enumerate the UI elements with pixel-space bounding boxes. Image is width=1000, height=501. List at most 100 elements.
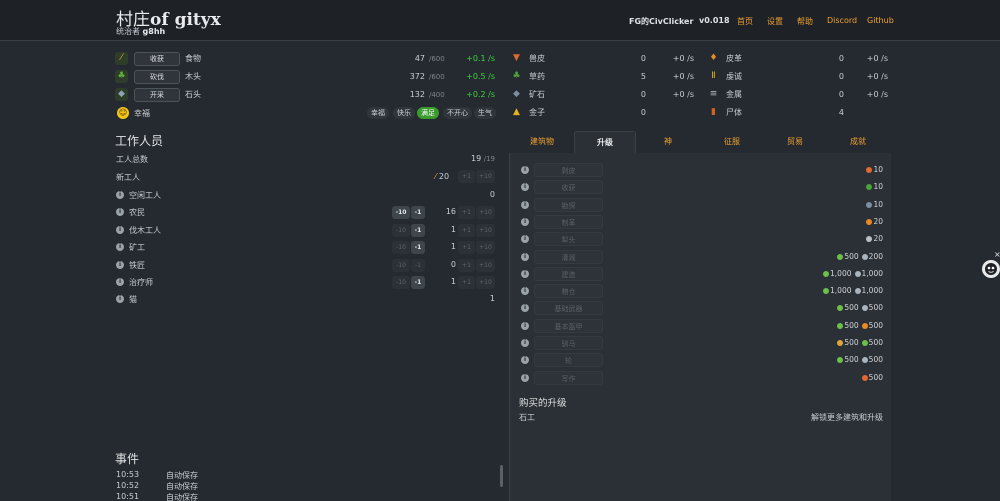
total-workers-value: 19 /19 — [471, 154, 495, 163]
upgrade-button[interactable]: 基本盔甲 — [534, 318, 603, 333]
job-minus10-button[interactable]: -10 — [392, 241, 410, 255]
nav-link-5[interactable]: Discord — [827, 16, 857, 25]
info-icon[interactable]: i — [521, 252, 529, 261]
job-minus10-button[interactable]: -10 — [392, 276, 410, 289]
upgrade-button[interactable]: 建造 — [534, 266, 603, 281]
job-minus1-button[interactable]: -1 — [411, 276, 425, 289]
upgrade-cost: 20 — [866, 232, 883, 246]
tree-icon: ♣ — [115, 70, 128, 83]
info-icon[interactable]: i — [521, 200, 529, 209]
happiness-level: 生气 — [474, 107, 496, 119]
job-minus10-button[interactable]: -10 — [392, 258, 410, 272]
info-icon[interactable]: i — [521, 339, 529, 347]
wood-icon — [837, 357, 844, 364]
info-icon[interactable]: i — [116, 191, 124, 199]
job-count: 1 — [450, 224, 456, 234]
job-plus10-button[interactable]: +10 — [476, 223, 495, 237]
stone-icon — [861, 305, 868, 312]
nav-link-3[interactable]: 设置 — [767, 16, 783, 27]
upgrade-button[interactable]: 写作 — [534, 370, 603, 385]
upgrade-button[interactable]: 犁头 — [534, 232, 603, 247]
job-plus1-button[interactable]: +1 — [458, 223, 475, 237]
info-icon[interactable]: i — [116, 278, 124, 286]
upgrade-button[interactable]: 制革 — [534, 214, 603, 229]
cost-value: 10 — [873, 165, 883, 174]
gather-button-1[interactable]: 砍伐 — [134, 70, 180, 84]
close-icon[interactable]: × — [994, 250, 1000, 259]
new-worker-plus1-button[interactable]: +1 — [458, 170, 475, 183]
special-resource-rate: +0 /s — [866, 90, 888, 99]
gather-button-0[interactable]: 收获 — [134, 52, 180, 66]
job-plus10-button[interactable]: +10 — [476, 258, 495, 272]
event-time: 10:52 — [116, 481, 140, 490]
gather-button-2[interactable]: 开采 — [134, 88, 180, 102]
hide-icon — [866, 167, 873, 173]
job-plus1-button[interactable]: +1 — [458, 206, 475, 220]
info-icon[interactable]: i — [521, 321, 529, 330]
hide-icon — [861, 374, 868, 381]
job-minus1-button[interactable]: -1 — [411, 241, 425, 255]
special-resource-rate: +0 /s — [672, 54, 694, 63]
upgrade-button[interactable]: 粮仓 — [534, 284, 603, 299]
info-icon[interactable]: i — [116, 260, 124, 269]
job-minus10-button[interactable]: -10 — [392, 223, 410, 237]
info-icon[interactable]: i — [116, 225, 124, 234]
upgrade-button[interactable]: 驯马 — [534, 336, 603, 350]
tab-1[interactable]: 升级 — [574, 131, 636, 153]
upgrade-button[interactable]: 灌溉 — [534, 249, 603, 264]
job-minus1-button[interactable]: -1 — [411, 206, 425, 220]
job-minus1-button[interactable]: -1 — [411, 223, 425, 237]
wood-icon — [837, 305, 844, 312]
happiness-level: 幸福 — [367, 107, 389, 119]
rock-icon: ◆ — [115, 88, 128, 101]
tab-3[interactable]: 征服 — [707, 131, 757, 153]
job-count: 1 — [450, 242, 456, 252]
resource-cap: /600 — [429, 55, 445, 63]
cost-value: 200 — [868, 251, 883, 261]
nav-link-4[interactable]: 帮助 — [797, 16, 813, 27]
job-plus1-button[interactable]: +1 — [458, 276, 475, 289]
cost-value: 500 — [868, 338, 883, 347]
info-icon[interactable]: i — [116, 208, 124, 217]
job-count: 1 — [450, 277, 456, 286]
tab-5[interactable]: 成就 — [833, 131, 883, 153]
info-icon[interactable]: i — [116, 295, 124, 304]
info-icon[interactable]: i — [521, 269, 529, 278]
job-minus1-button[interactable]: -1 — [411, 258, 425, 272]
happiness-level: 不开心 — [443, 107, 472, 119]
upgrade-button[interactable]: 剥皮 — [534, 163, 603, 177]
info-icon[interactable]: i — [521, 373, 529, 382]
upgrade-button[interactable]: 轮 — [534, 353, 603, 368]
happiness-level: 快乐 — [393, 107, 415, 119]
happiness-icon: ☺ — [117, 107, 129, 119]
new-worker-plus10-button[interactable]: +10 — [476, 170, 495, 183]
nav-link-2[interactable]: 首页 — [737, 16, 753, 27]
cost-value: 500 — [844, 303, 859, 313]
job-plus10-button[interactable]: +10 — [476, 206, 495, 220]
cost-value: 500 — [868, 320, 883, 330]
resource-name: 木头 — [185, 72, 201, 81]
tab-4[interactable]: 贸易 — [770, 131, 820, 153]
cost-value: 500 — [844, 338, 859, 347]
helper-avatar-icon[interactable] — [982, 260, 1000, 278]
upgrade-button[interactable]: 勘探 — [534, 197, 603, 212]
info-icon[interactable]: i — [521, 217, 529, 226]
info-icon[interactable]: i — [521, 166, 529, 174]
resource-amount: 47 — [414, 54, 425, 63]
job-plus1-button[interactable]: +1 — [458, 241, 475, 255]
job-plus10-button[interactable]: +10 — [476, 241, 495, 255]
special-resource-amount: 0 — [838, 72, 844, 81]
event-log-scrollbar[interactable] — [500, 465, 503, 487]
tab-2[interactable]: 神 — [643, 131, 693, 153]
resource-amount: 132 — [409, 90, 425, 99]
job-minus10-button[interactable]: -10 — [392, 206, 410, 220]
info-icon[interactable]: i — [116, 243, 124, 252]
stone-icon — [861, 357, 868, 364]
upgrade-button[interactable]: 基础武器 — [534, 301, 603, 316]
job-plus10-button[interactable]: +10 — [476, 276, 495, 289]
job-plus1-button[interactable]: +1 — [458, 258, 475, 272]
upgrade-button[interactable]: 收获 — [534, 180, 603, 195]
happiness-level: 满足 — [417, 107, 439, 119]
tab-0[interactable]: 建筑物 — [517, 131, 567, 153]
nav-link-6[interactable]: Github — [867, 16, 894, 25]
